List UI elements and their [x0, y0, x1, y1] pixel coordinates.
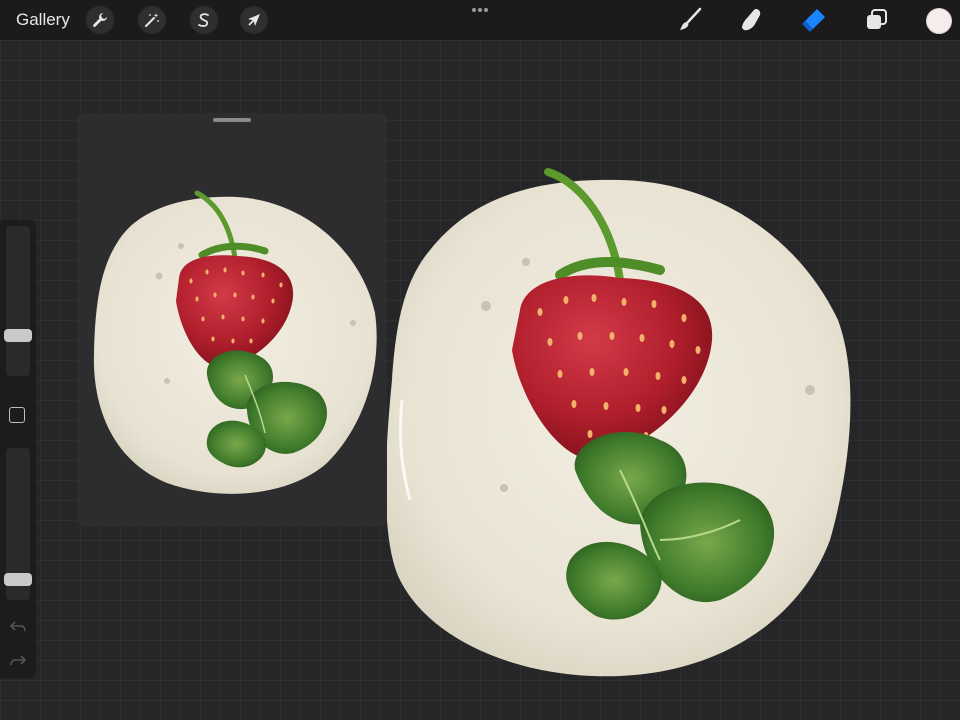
brush-icon[interactable] [676, 6, 704, 34]
eraser-icon[interactable] [800, 6, 828, 34]
adjustments-button[interactable] [138, 6, 166, 34]
top-toolbar: Gallery [0, 0, 960, 40]
reference-window[interactable] [77, 113, 387, 527]
opacity-thumb[interactable] [4, 573, 32, 586]
wrench-icon [93, 13, 107, 27]
brush-size-thumb[interactable] [4, 329, 32, 342]
layers-icon[interactable] [863, 6, 891, 34]
modify-button[interactable] [9, 407, 25, 423]
gallery-button[interactable]: Gallery [16, 10, 70, 30]
main-dessert-drawing [385, 168, 851, 677]
redo-icon[interactable] [9, 652, 27, 670]
magic-wand-icon [145, 13, 159, 27]
smudge-finger-icon[interactable] [738, 6, 766, 34]
actions-button[interactable] [86, 6, 114, 34]
more-dots-icon[interactable] [466, 5, 494, 15]
undo-icon[interactable] [9, 618, 27, 636]
selection-button[interactable] [190, 6, 218, 34]
transform-button[interactable] [240, 6, 268, 34]
left-sidebar [0, 220, 36, 678]
arrow-cursor-icon [248, 14, 260, 26]
reference-image [93, 190, 377, 494]
opacity-slider[interactable] [4, 448, 32, 600]
brush-size-slider[interactable] [4, 226, 32, 376]
selection-s-icon [198, 13, 209, 27]
color-picker-swatch[interactable] [926, 8, 952, 34]
